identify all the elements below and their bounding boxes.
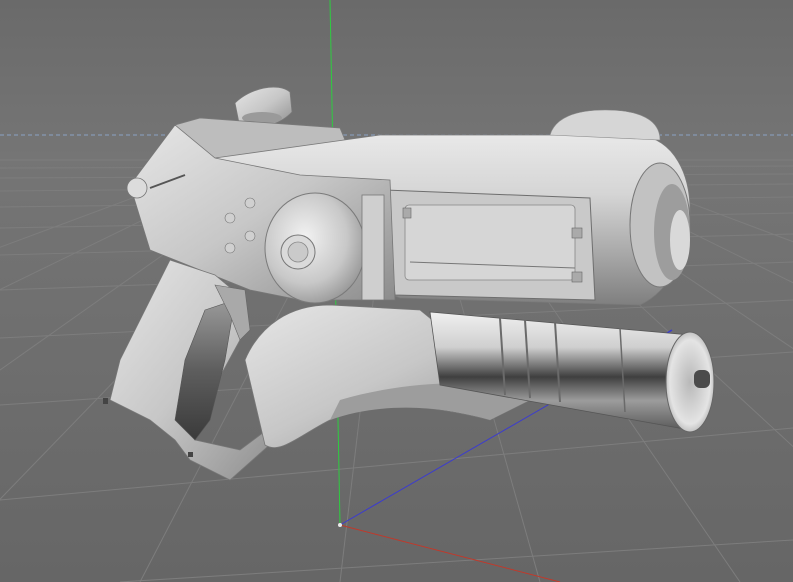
world-origin [338,523,342,527]
3d-viewport[interactable] [0,0,793,582]
viewport-canvas[interactable] [0,0,793,582]
hammer-knob [126,177,148,199]
